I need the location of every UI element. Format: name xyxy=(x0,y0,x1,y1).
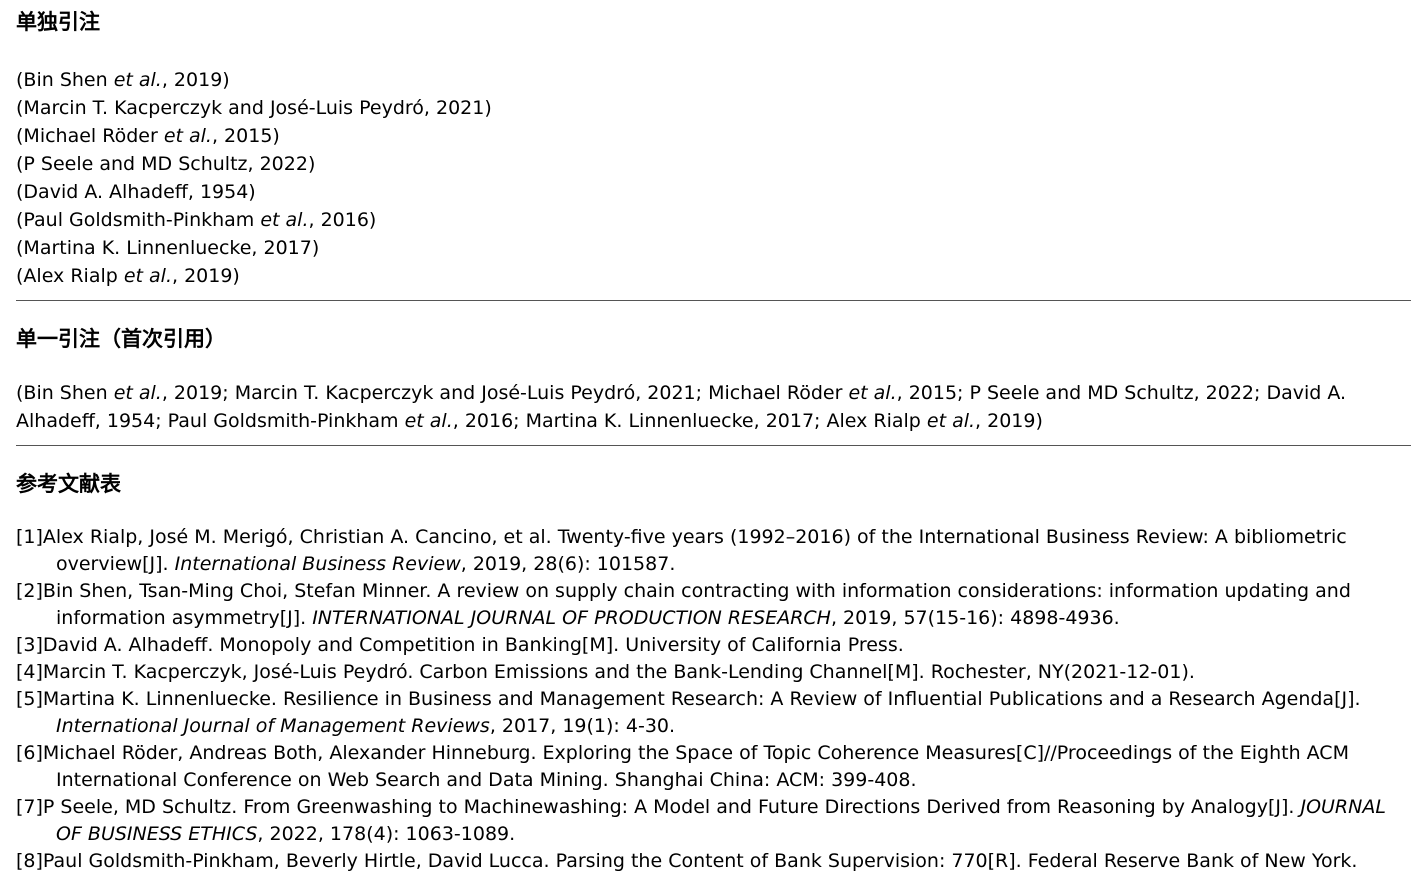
reference-item: [1]Alex Rialp, José M. Merigó, Christian… xyxy=(16,526,1347,575)
document-page: 单独引注 (Bin Shen et al., 2019) (Marcin T. … xyxy=(0,0,1424,875)
single-citation: (Michael Röder et al., 2015) xyxy=(16,125,280,147)
single-citation: (P Seele and MD Schultz, 2022) xyxy=(16,153,316,175)
single-citation: (Marcin T. Kacperczyk and José-Luis Peyd… xyxy=(16,97,492,119)
reference-item: [8]Paul Goldsmith-Pinkham, Beverly Hirtl… xyxy=(16,850,1358,872)
reference-item: [5]Martina K. Linnenluecke. Resilience i… xyxy=(16,688,1361,737)
single-citation: (Bin Shen et al., 2019) xyxy=(16,69,230,91)
reference-list: [1]Alex Rialp, José M. Merigó, Christian… xyxy=(16,524,1411,875)
section-title-combined-citation: 单一引注（首次引用） xyxy=(16,327,226,351)
reference-item: [6]Michael Röder, Andreas Both, Alexande… xyxy=(16,742,1349,791)
combined-citation: (Bin Shen et al., 2019; Marcin T. Kacper… xyxy=(16,382,1347,432)
reference-item: [7]P Seele, MD Schultz. From Greenwashin… xyxy=(16,796,1386,845)
section-title-references: 参考文献表 xyxy=(16,472,121,496)
reference-item: [3]David A. Alhadeff. Monopoly and Compe… xyxy=(16,634,904,656)
single-citation: (David A. Alhadeff, 1954) xyxy=(16,181,256,203)
single-citation: (Martina K. Linnenluecke, 2017) xyxy=(16,237,320,259)
single-citation: (Paul Goldsmith-Pinkham et al., 2016) xyxy=(16,209,377,231)
single-citation-list: (Bin Shen et al., 2019) (Marcin T. Kacpe… xyxy=(16,66,1411,290)
reference-item: [2]Bin Shen, Tsan-Ming Choi, Stefan Minn… xyxy=(16,580,1351,629)
single-citation: (Alex Rialp et al., 2019) xyxy=(16,265,240,287)
reference-item: [4]Marcin T. Kacperczyk, José-Luis Peydr… xyxy=(16,661,1195,683)
section-title-single-citations: 单独引注 xyxy=(16,10,100,34)
